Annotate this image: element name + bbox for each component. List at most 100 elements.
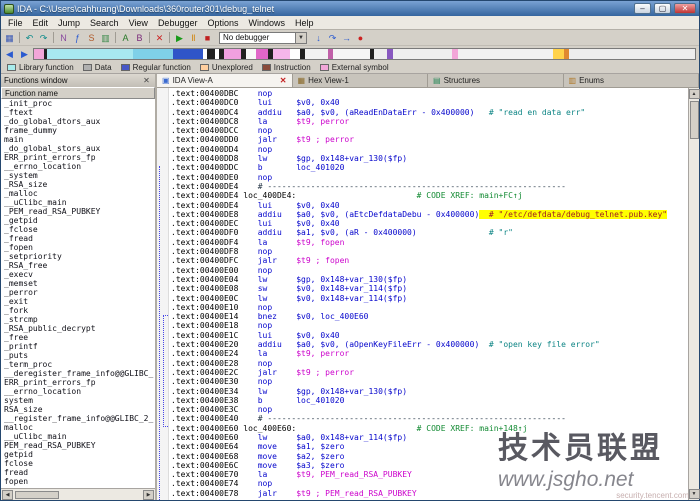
function-item[interactable]: system xyxy=(1,396,155,405)
menu-view[interactable]: View xyxy=(124,18,153,28)
scroll-down-icon[interactable]: ▼ xyxy=(689,489,700,499)
function-item[interactable]: _ftext xyxy=(1,108,155,117)
function-name-column-header[interactable]: Function name xyxy=(1,87,155,99)
search-text-icon[interactable]: A xyxy=(119,32,132,44)
disasm-line[interactable]: .text:00400E00 nop xyxy=(171,266,688,275)
function-item[interactable]: _exit xyxy=(1,297,155,306)
function-item[interactable]: _setpriority xyxy=(1,252,155,261)
strings-window-icon[interactable]: S xyxy=(85,32,98,44)
navband-segment[interactable] xyxy=(47,49,133,59)
function-item[interactable]: __uClibc_main xyxy=(1,198,155,207)
band-prev-icon[interactable]: ◀ xyxy=(3,48,16,60)
stop-icon[interactable]: ■ xyxy=(201,32,214,44)
function-item[interactable]: _do_global_dtors_aux xyxy=(1,117,155,126)
function-item[interactable]: _perror xyxy=(1,288,155,297)
disasm-line[interactable]: .text:00400E74 nop xyxy=(171,479,688,488)
tab-hex-view-1[interactable]: ▦Hex View-1 xyxy=(293,74,429,87)
pause-icon[interactable]: Ⅱ xyxy=(187,32,200,44)
segments-icon[interactable]: ▥ xyxy=(99,32,112,44)
function-item[interactable]: _system xyxy=(1,171,155,180)
function-item[interactable]: fread xyxy=(1,468,155,477)
disasm-line[interactable]: .text:00400DCC nop xyxy=(171,126,688,135)
menu-edit[interactable]: Edit xyxy=(28,18,54,28)
disasm-line[interactable]: .text:00400E28 nop xyxy=(171,359,688,368)
function-item[interactable]: main xyxy=(1,135,155,144)
disasm-line[interactable]: .text:00400E68 move $a2, $zero xyxy=(171,452,688,461)
function-item[interactable]: _RSA_size xyxy=(1,180,155,189)
disasm-line[interactable]: .text:00400E70 la $t9, PEM_read_RSA_PUBK… xyxy=(171,470,688,479)
disasm-line[interactable]: .text:00400E04 lw $gp, 0x148+var_130($fp… xyxy=(171,275,688,284)
function-item[interactable]: _PEM_read_RSA_PUBKEY xyxy=(1,207,155,216)
disasm-line[interactable]: .text:00400DE4 lui $v0, 0x40 xyxy=(171,201,688,210)
disasm-line[interactable]: .text:00400E3C nop xyxy=(171,405,688,414)
function-item[interactable]: getpid xyxy=(1,450,155,459)
navband-segment[interactable] xyxy=(133,49,173,59)
scroll-right-icon[interactable]: ▶ xyxy=(143,490,154,500)
disasm-line[interactable]: .text:00400DC0 lui $v0, 0x40 xyxy=(171,98,688,107)
function-item[interactable]: malloc xyxy=(1,423,155,432)
disasm-line[interactable]: .text:00400E20 addiu $a0, $v0, (aOpenKey… xyxy=(171,340,688,349)
run-to-cursor-icon[interactable]: → xyxy=(340,32,353,44)
navband-segment[interactable] xyxy=(553,49,564,59)
navband-segment[interactable] xyxy=(458,49,554,59)
minimize-button[interactable]: – xyxy=(634,3,651,14)
close-button[interactable]: ✕ xyxy=(674,3,696,14)
disasm-line[interactable]: .text:00400E30 nop xyxy=(171,377,688,386)
navband-segment[interactable] xyxy=(333,49,369,59)
navband-segment[interactable] xyxy=(34,49,44,59)
disasm-line[interactable]: .text:00400E78 jalr $t9 ; PEM_read_RSA_P… xyxy=(171,489,688,498)
disasm-line[interactable]: .text:00400DE4 # -----------------------… xyxy=(171,182,688,191)
function-item[interactable]: _init_proc xyxy=(1,99,155,108)
disasm-line[interactable]: .text:00400E64 move $a1, $zero xyxy=(171,442,688,451)
step-over-icon[interactable]: ↷ xyxy=(326,32,339,44)
function-item[interactable]: __errno_location xyxy=(1,387,155,396)
function-item[interactable]: ERR_print_errors_fp xyxy=(1,153,155,162)
disasm-line[interactable]: .text:00400E0C lw $v0, 0x148+var_114($fp… xyxy=(171,294,688,303)
disasm-line[interactable]: .text:00400E40 # -----------------------… xyxy=(171,414,688,423)
disasm-line[interactable]: .text:00400E14 bnez $v0, loc_400E60 xyxy=(171,312,688,321)
disasm-line[interactable]: .text:00400DC8 la $t9, perror xyxy=(171,117,688,126)
function-item[interactable]: _strcmp xyxy=(1,315,155,324)
navband-segment[interactable] xyxy=(305,49,328,59)
menu-windows[interactable]: Windows xyxy=(244,18,291,28)
functions-window-icon[interactable]: ƒ xyxy=(71,32,84,44)
menu-options[interactable]: Options xyxy=(202,18,243,28)
function-item[interactable]: _printf xyxy=(1,342,155,351)
chevron-down-icon[interactable]: ▼ xyxy=(295,33,306,43)
tab-structures[interactable]: ▤Structures xyxy=(428,74,564,87)
menu-jump[interactable]: Jump xyxy=(53,18,85,28)
functions-hscrollbar[interactable]: ◀ ▶ xyxy=(1,488,155,500)
function-item[interactable]: _execv xyxy=(1,270,155,279)
hscrollbar-thumb[interactable] xyxy=(15,491,59,499)
disasm-line[interactable]: .text:00400DF8 nop xyxy=(171,247,688,256)
step-into-icon[interactable]: ↓ xyxy=(312,32,325,44)
disasm-line[interactable]: .text:00400DFC jalr $t9 ; fopen xyxy=(171,256,688,265)
band-next-icon[interactable]: ▶ xyxy=(18,48,31,60)
disasm-line[interactable]: .text:00400E24 la $t9, perror xyxy=(171,349,688,358)
navband-segment[interactable] xyxy=(224,49,241,59)
disasm-line[interactable]: .text:00400E10 nop xyxy=(171,303,688,312)
disasm-line[interactable]: .text:00400E1C lui $v0, 0x40 xyxy=(171,331,688,340)
disasm-line[interactable]: .text:00400DEC lui $v0, 0x40 xyxy=(171,219,688,228)
scroll-up-icon[interactable]: ▲ xyxy=(689,89,700,99)
disasm-line[interactable]: .text:00400E60 loc_400E60: # CODE XREF: … xyxy=(171,424,688,433)
function-item[interactable]: RSA_size xyxy=(1,405,155,414)
menu-debugger[interactable]: Debugger xyxy=(153,18,203,28)
function-item[interactable]: _RSA_free xyxy=(1,261,155,270)
function-item[interactable]: _fork xyxy=(1,306,155,315)
disasm-line[interactable]: .text:00400DD8 lw $gp, 0x148+var_130($fp… xyxy=(171,154,688,163)
disasm-line[interactable]: .text:00400DE4 loc_400DE4: # CODE XREF: … xyxy=(171,191,688,200)
function-item[interactable]: _free xyxy=(1,333,155,342)
function-item[interactable]: _RSA_public_decrypt xyxy=(1,324,155,333)
menu-help[interactable]: Help xyxy=(290,18,319,28)
jump-back-icon[interactable]: ↶ xyxy=(23,32,36,44)
function-item[interactable]: __register_frame_info@@GLIBC_2_ xyxy=(1,414,155,423)
function-item[interactable]: __deregister_frame_info@@GLIBC_ xyxy=(1,369,155,378)
disasm-line[interactable]: .text:00400DF0 addiu $a1, $v0, (aR - 0x4… xyxy=(171,228,688,237)
disasm-line[interactable]: .text:00400DE8 addiu $a0, $v0, (aEtcDefd… xyxy=(171,210,688,219)
disasm-line[interactable]: .text:00400DBC nop xyxy=(171,89,688,98)
search-binary-icon[interactable]: B xyxy=(133,32,146,44)
disasm-line[interactable]: .text:00400E60 lw $a0, 0x148+var_114($fp… xyxy=(171,433,688,442)
navband-segment[interactable] xyxy=(273,49,290,59)
names-window-icon[interactable]: N xyxy=(57,32,70,44)
